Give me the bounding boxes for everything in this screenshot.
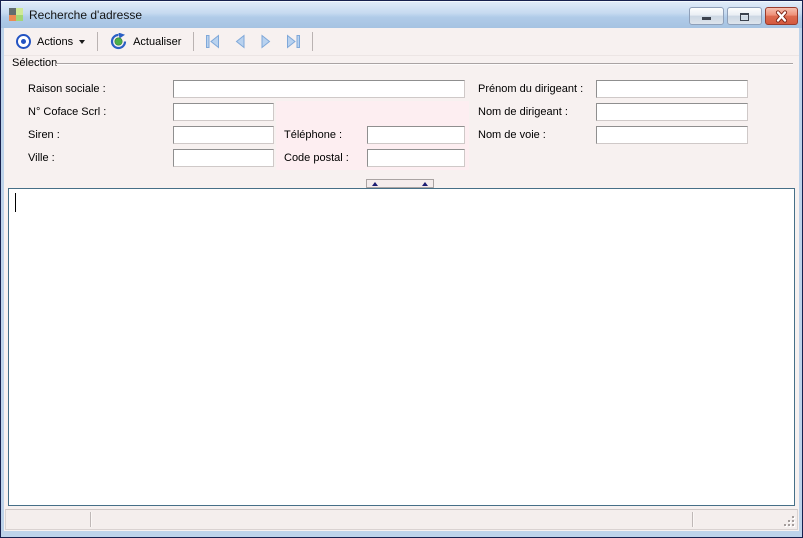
client-area: Actions Actualiser Sélection Raison soci…	[4, 28, 799, 531]
selection-group-label: Sélection	[12, 57, 58, 69]
statusbar-separator	[90, 512, 91, 527]
restore-button[interactable]	[727, 7, 762, 25]
raison-sociale-label: Raison sociale :	[28, 83, 106, 95]
bullseye-icon	[16, 34, 31, 49]
minimize-icon	[702, 17, 711, 20]
up-arrow-icon	[422, 181, 428, 186]
up-arrow-icon	[372, 181, 378, 186]
refresh-icon	[110, 33, 127, 50]
actions-button[interactable]: Actions	[8, 31, 93, 52]
code-postal-input[interactable]	[367, 149, 465, 167]
window-controls	[689, 7, 798, 25]
resize-grip[interactable]	[782, 514, 795, 527]
siren-label: Siren :	[28, 129, 60, 141]
next-record-button[interactable]	[253, 32, 279, 51]
prenom-dirigeant-label: Prénom du dirigeant :	[478, 83, 584, 95]
toolbar: Actions Actualiser	[4, 28, 799, 56]
toolbar-separator	[193, 32, 195, 51]
previous-record-button[interactable]	[227, 32, 253, 51]
selection-group-line	[56, 63, 793, 65]
nom-voie-input[interactable]	[596, 126, 748, 144]
restore-icon	[740, 13, 749, 21]
code-postal-label: Code postal :	[284, 152, 349, 164]
ville-label: Ville :	[28, 152, 55, 164]
refresh-button-label: Actualiser	[133, 35, 182, 48]
nom-dirigeant-label: Nom de dirigeant :	[478, 106, 568, 118]
results-area[interactable]	[8, 188, 795, 506]
window-title: Recherche d'adresse	[29, 7, 143, 22]
recherche-adresse-window: Recherche d'adresse Actions Actualiser S…	[0, 0, 803, 538]
refresh-button[interactable]: Actualiser	[102, 30, 189, 53]
last-record-icon	[287, 34, 301, 49]
minimize-button[interactable]	[689, 7, 724, 25]
nom-dirigeant-input[interactable]	[596, 103, 748, 121]
close-button[interactable]	[765, 7, 798, 25]
titlebar[interactable]: Recherche d'adresse	[1, 1, 802, 28]
first-record-button[interactable]	[198, 32, 227, 51]
chevron-down-icon	[79, 40, 86, 47]
next-record-icon	[261, 34, 271, 49]
status-bar	[5, 509, 798, 530]
raison-sociale-input[interactable]	[173, 80, 465, 98]
text-caret	[15, 193, 16, 212]
statusbar-separator	[692, 512, 693, 527]
app-icon	[9, 8, 23, 21]
toolbar-separator	[312, 32, 314, 51]
first-record-icon	[206, 34, 220, 49]
collapse-splitter[interactable]	[366, 179, 434, 188]
telephone-label: Téléphone :	[284, 129, 343, 141]
ville-input[interactable]	[173, 149, 274, 167]
telephone-input[interactable]	[367, 126, 465, 144]
actions-button-label: Actions	[37, 35, 74, 48]
prenom-dirigeant-input[interactable]	[596, 80, 748, 98]
last-record-button[interactable]	[279, 32, 308, 51]
coface-scrl-label: N° Coface Scrl :	[28, 106, 107, 118]
toolbar-separator	[97, 32, 99, 51]
previous-record-icon	[236, 34, 245, 49]
siren-input[interactable]	[173, 126, 274, 144]
nom-voie-label: Nom de voie :	[478, 129, 546, 141]
coface-scrl-input[interactable]	[173, 103, 274, 121]
close-icon	[775, 9, 788, 23]
